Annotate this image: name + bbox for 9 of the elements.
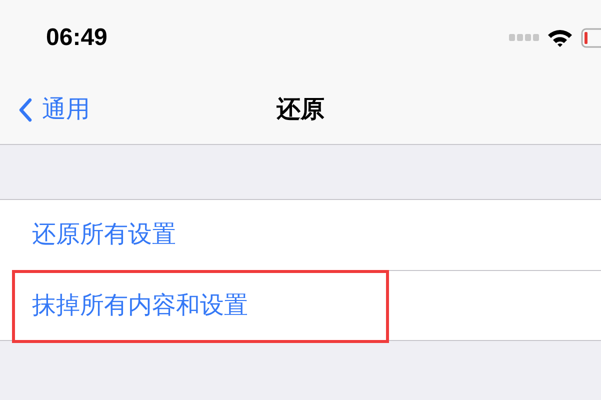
battery-icon: [581, 28, 601, 48]
wifi-icon: [547, 28, 573, 48]
settings-row-button[interactable]: 抹掉所有内容和设置: [32, 288, 248, 324]
signal-dots-icon: [509, 34, 539, 41]
back-button[interactable]: 通用: [0, 92, 90, 128]
chevron-left-icon: [18, 98, 32, 122]
settings-row-button[interactable]: 还原所有设置: [32, 217, 176, 253]
status-time: 06:49: [46, 22, 108, 52]
nav-title: 还原: [276, 94, 324, 124]
